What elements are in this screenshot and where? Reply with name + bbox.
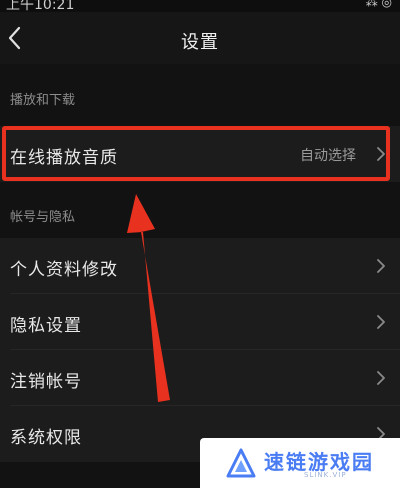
settings-row-deactivate[interactable]: 注销帐号 <box>0 350 400 406</box>
chevron-right-icon <box>377 315 385 329</box>
status-time: 上午10:21 <box>6 0 75 12</box>
section-header-account: 帐号与隐私 <box>10 210 76 225</box>
watermark: 速链游戏园 SLINK.VIP <box>200 438 400 488</box>
triangle-logo-icon <box>226 448 256 478</box>
status-indicators: ⁂ ◎ <box>365 0 392 9</box>
row-label: 个人资料修改 <box>10 260 118 280</box>
watermark-subtext: SLINK.VIP <box>304 471 347 479</box>
highlight-box <box>2 126 390 181</box>
row-label: 隐私设置 <box>10 316 82 336</box>
nav-bar: 设置 <box>0 12 400 64</box>
chevron-right-icon <box>377 371 385 385</box>
row-label: 系统权限 <box>10 428 82 448</box>
chevron-right-icon <box>377 259 385 273</box>
section-header-playback: 播放和下载 <box>10 93 76 108</box>
settings-row-privacy[interactable]: 隐私设置 <box>0 294 400 350</box>
status-bar: 上午10:21 ⁂ ◎ <box>0 0 400 12</box>
row-label: 注销帐号 <box>10 372 82 392</box>
page-title: 设置 <box>181 32 219 53</box>
settings-row-profile[interactable]: 个人资料修改 <box>0 238 400 294</box>
